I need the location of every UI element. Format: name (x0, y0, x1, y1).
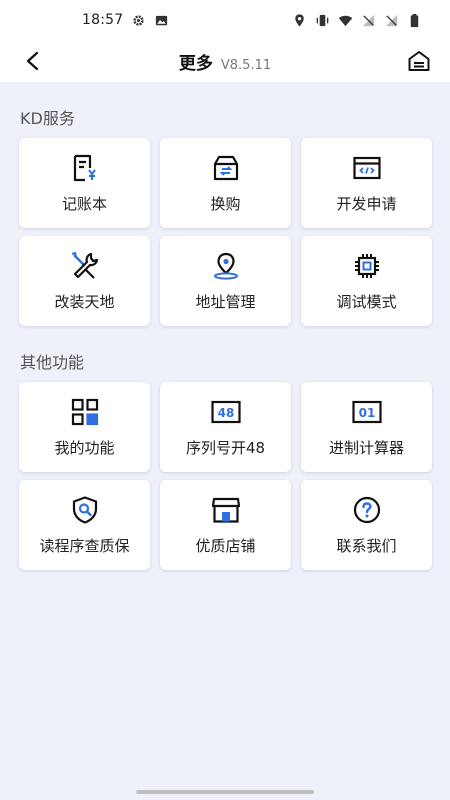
home-icon (408, 51, 430, 71)
tile-address[interactable]: 地址管理 (160, 236, 291, 326)
header-title-group: 更多 V8.5.11 (179, 49, 271, 74)
tile-label: 改装天地 (54, 292, 115, 311)
tile-label: 记账本 (61, 194, 107, 213)
tile-label: 进制计算器 (328, 438, 404, 457)
battery-icon (410, 13, 419, 27)
base-calculator-icon: 01 (351, 397, 382, 427)
ledger-icon (70, 153, 100, 183)
app-header: 更多 V8.5.11 (0, 40, 450, 82)
grid-apps-icon (70, 397, 100, 427)
base-calculator-icon-text: 01 (358, 406, 375, 420)
tile-label: 我的功能 (54, 438, 115, 457)
tile-exchange[interactable]: 换购 (160, 138, 291, 228)
chip-icon (352, 251, 382, 281)
tile-dev-apply[interactable]: 开发申请 (301, 138, 432, 228)
no-sim-icon (385, 14, 398, 26)
tile-label: 读程序查质保 (39, 536, 130, 555)
code-window-icon (352, 153, 382, 183)
page-title: 更多 (178, 53, 213, 74)
section-title-other-functions: 其他功能 (20, 353, 85, 372)
tile-modify[interactable]: 改装天地 (19, 236, 150, 326)
image-icon (156, 15, 168, 25)
tile-ledger[interactable]: 记账本 (19, 138, 150, 228)
tools-icon (70, 251, 100, 281)
wifi-icon (338, 15, 353, 26)
chevron-left-icon (26, 51, 39, 71)
vibrate-icon (316, 14, 329, 26)
help-question-icon (352, 495, 382, 525)
home-button[interactable] (406, 48, 432, 74)
status-bar: 18:57 (0, 0, 450, 40)
gear-icon (133, 14, 145, 26)
tile-label: 换购 (210, 194, 241, 213)
tile-base-calculator[interactable]: 01 进制计算器 (301, 382, 432, 472)
shield-search-icon (70, 495, 100, 525)
gesture-nav-bar[interactable] (136, 790, 314, 794)
serial-48-icon: 48 (210, 397, 241, 427)
tile-label: 联系我们 (336, 536, 397, 555)
location-pin-icon (211, 251, 241, 281)
store-icon (211, 495, 241, 525)
version-label: V8.5.11 (220, 57, 272, 73)
other-functions-grid: 我的功能 48 序列号开48 01 进制计算器 读程序查质保 优质店铺 联系我们 (0, 382, 450, 570)
tile-label: 序列号开48 (185, 438, 266, 457)
no-sim-icon (362, 14, 375, 26)
tile-label: 地址管理 (195, 292, 256, 311)
status-time: 18:57 (82, 12, 124, 28)
tile-label: 开发申请 (336, 194, 397, 213)
tile-label: 调试模式 (336, 292, 397, 311)
tile-label: 优质店铺 (195, 536, 256, 555)
tile-my-functions[interactable]: 我的功能 (19, 382, 150, 472)
tile-warranty-check[interactable]: 读程序查质保 (19, 480, 150, 570)
location-icon (295, 13, 304, 27)
tile-serial-48[interactable]: 48 序列号开48 (160, 382, 291, 472)
serial-48-icon-text: 48 (217, 406, 234, 420)
back-button[interactable] (20, 48, 46, 74)
tile-debug-mode[interactable]: 调试模式 (301, 236, 432, 326)
tile-contact-us[interactable]: 联系我们 (301, 480, 432, 570)
kd-services-grid: 记账本 换购 开发申请 改装天地 地址管理 调试模式 (0, 138, 450, 326)
tile-quality-stores[interactable]: 优质店铺 (160, 480, 291, 570)
section-title-kd-services: KD服务 (20, 109, 75, 128)
exchange-box-icon (211, 153, 241, 183)
main-content: KD服务 记账本 换购 开发申请 改装天地 地址管理 调试模式 其他功能 我的功… (0, 82, 450, 570)
